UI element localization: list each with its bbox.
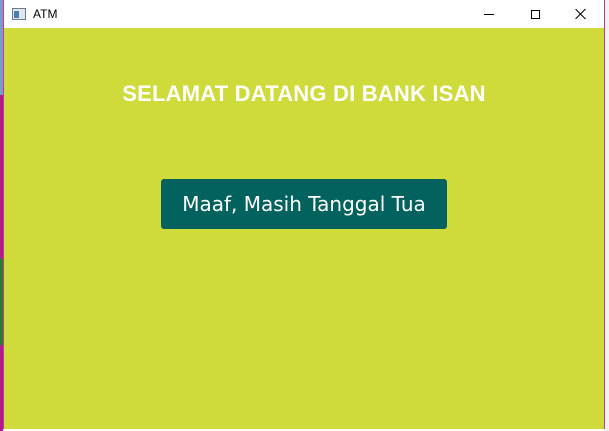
action-button[interactable]: Maaf, Masih Tanggal Tua — [161, 179, 447, 229]
welcome-heading: SELAMAT DATANG DI BANK ISAN — [122, 81, 486, 106]
close-icon — [575, 8, 587, 20]
background-window-edge-right — [605, 0, 609, 431]
window-title: ATM — [33, 7, 58, 21]
minimize-icon — [484, 13, 494, 15]
main-panel: SELAMAT DATANG DI BANK ISAN Maaf, Masih … — [4, 28, 604, 429]
minimize-button[interactable] — [466, 0, 512, 28]
app-icon — [12, 8, 26, 20]
maximize-button[interactable] — [512, 0, 558, 28]
window-controls — [466, 0, 604, 28]
title-bar[interactable]: ATM — [4, 0, 604, 28]
atm-window: ATM SELAMAT DATANG DI BANK ISAN Maaf, Ma… — [3, 0, 605, 429]
maximize-icon — [530, 9, 540, 19]
close-button[interactable] — [558, 0, 604, 28]
